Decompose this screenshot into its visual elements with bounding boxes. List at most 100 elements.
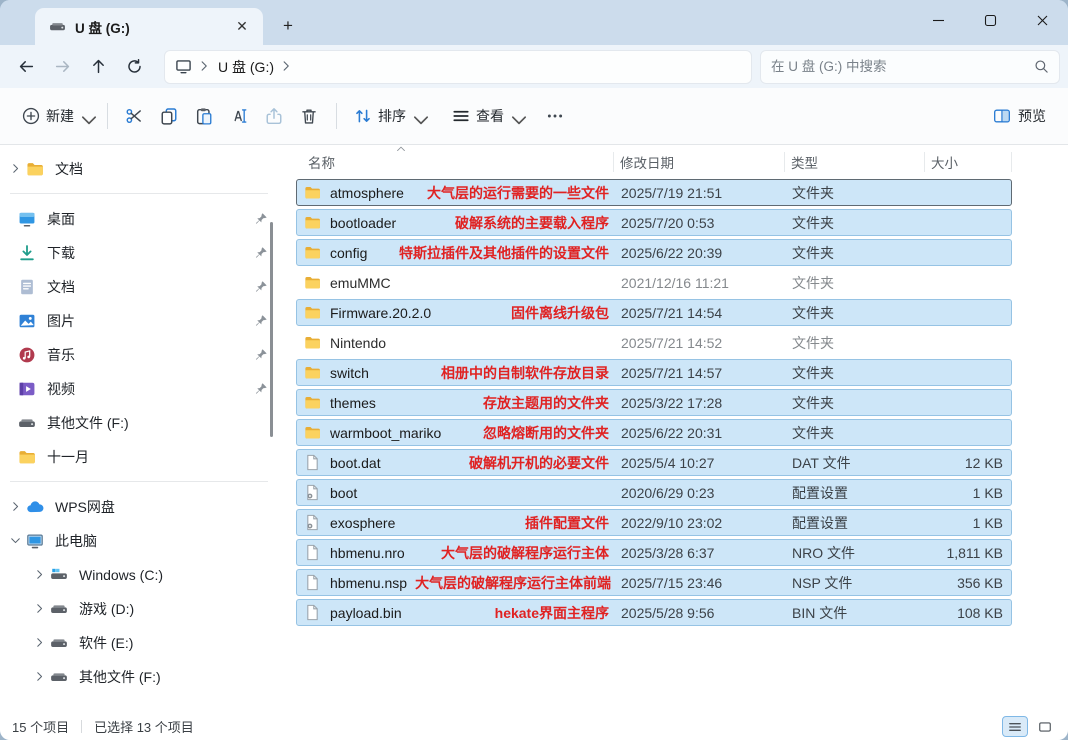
tab-close-icon[interactable]: ✕ — [231, 16, 253, 38]
paste-button[interactable] — [187, 100, 222, 133]
rename-button[interactable] — [222, 100, 257, 133]
sidebar-item[interactable]: 桌面 — [4, 202, 278, 235]
refresh-button[interactable] — [116, 51, 152, 83]
up-button[interactable] — [80, 51, 116, 83]
breadcrumb[interactable]: U 盘 (G:) — [218, 57, 274, 77]
copy-button[interactable] — [152, 100, 187, 133]
tab-title: U 盘 (G:) — [75, 17, 231, 37]
file-row[interactable]: boot2020/6/29 0:23配置设置1 KB — [296, 479, 1012, 506]
sidebar-item[interactable]: WPS网盘 — [4, 490, 278, 523]
file-row[interactable]: hbmenu.nro大气层的破解程序运行主体2025/3/28 6:37NRO … — [296, 539, 1012, 566]
sidebar-item[interactable]: 软件 (E:) — [4, 626, 278, 659]
sidebar-divider — [10, 481, 268, 482]
command-bar: 新建 排序 查看 预览 — [0, 88, 1068, 145]
cut-button[interactable] — [117, 100, 152, 133]
file-row[interactable]: themes存放主题用的文件夹2025/3/22 17:28文件夹 — [296, 389, 1012, 416]
paste-icon — [195, 107, 214, 126]
column-header-date[interactable]: 修改日期 — [614, 152, 785, 172]
new-button[interactable]: 新建 — [14, 99, 98, 133]
preview-button[interactable]: 预览 — [985, 99, 1054, 133]
sidebar-item[interactable]: 文档 — [4, 270, 278, 303]
file-row[interactable]: hbmenu.nsp大气层的破解程序运行主体前端2025/7/15 23:46N… — [296, 569, 1012, 596]
details-view-toggle[interactable] — [1002, 716, 1028, 737]
file-date: 2021/12/16 11:21 — [615, 270, 786, 295]
drive-icon — [50, 634, 68, 652]
file-row[interactable]: payload.binhekate界面主程序2025/5/28 9:56BIN … — [296, 599, 1012, 626]
sort-button[interactable]: 排序 — [346, 99, 430, 133]
sidebar-scrollbar[interactable] — [270, 222, 273, 437]
file-row[interactable]: boot.dat破解机开机的必要文件2025/5/4 10:27DAT 文件12… — [296, 449, 1012, 476]
chevron-right-icon[interactable] — [28, 671, 50, 682]
file-type: 文件夹 — [786, 360, 926, 385]
items-count: 15 个项目 — [12, 717, 69, 736]
file-row[interactable]: warmboot_mariko忽略熔断用的文件夹2025/6/22 20:31文… — [296, 419, 1012, 446]
file-row[interactable]: atmosphere大气层的运行需要的一些文件2025/7/19 21:51文件… — [296, 179, 1012, 206]
minimize-button[interactable] — [912, 0, 964, 40]
sidebar-item[interactable]: 视频 — [4, 372, 278, 405]
forward-button[interactable] — [44, 51, 80, 83]
share-button[interactable] — [257, 100, 292, 133]
file-row[interactable]: emuMMC2021/12/16 11:21文件夹 — [296, 269, 1012, 296]
file-name: boot.dat — [330, 455, 381, 471]
sidebar-item[interactable]: 此电脑 — [4, 524, 278, 557]
file-row[interactable]: Nintendo2025/7/21 14:52文件夹 — [296, 329, 1012, 356]
file-size — [926, 330, 1011, 355]
maximize-button[interactable] — [964, 0, 1016, 40]
back-button[interactable] — [8, 51, 44, 83]
chevron-right-icon[interactable] — [28, 603, 50, 614]
sidebar-item[interactable]: 其他文件 (F:) — [4, 406, 278, 439]
desktop-icon — [18, 210, 36, 228]
preview-pane-icon — [993, 107, 1012, 126]
sidebar-item[interactable]: Windows (C:) — [4, 558, 278, 591]
chevron-right-icon[interactable] — [4, 501, 26, 512]
file-row[interactable]: exosphere插件配置文件2022/9/10 23:02配置设置1 KB — [296, 509, 1012, 536]
chevron-right-icon[interactable] — [4, 163, 26, 174]
view-button[interactable]: 查看 — [444, 99, 528, 133]
column-header-type[interactable]: 类型 — [785, 152, 925, 172]
sidebar-item-documents-tree[interactable]: 文档 — [4, 152, 278, 185]
delete-button[interactable] — [292, 100, 327, 133]
file-size — [926, 360, 1011, 385]
icons-view-toggle[interactable] — [1032, 716, 1058, 737]
sidebar-item[interactable]: 其他文件 (F:) — [4, 660, 278, 693]
document-icon — [18, 278, 36, 296]
plus-circle-icon — [22, 107, 40, 125]
file-name: Nintendo — [330, 335, 386, 351]
file-type: 文件夹 — [786, 180, 926, 205]
search-box[interactable] — [760, 50, 1060, 84]
new-tab-button[interactable]: + — [273, 11, 303, 41]
ellipsis-icon — [546, 107, 564, 125]
file-row[interactable]: config特斯拉插件及其他插件的设置文件2025/6/22 20:39文件夹 — [296, 239, 1012, 266]
sidebar-item-label: 其他文件 (F:) — [47, 413, 278, 433]
column-header-size[interactable]: 大小 — [925, 152, 1012, 172]
file-type: 文件夹 — [786, 420, 926, 445]
more-options-button[interactable] — [538, 100, 572, 132]
file-size — [926, 270, 1011, 295]
file-name: boot — [330, 485, 357, 501]
address-bar[interactable]: U 盘 (G:) — [164, 50, 752, 84]
folder-icon — [26, 160, 44, 178]
explorer-tab[interactable]: U 盘 (G:) ✕ — [35, 8, 263, 45]
chevron-down-icon[interactable] — [4, 535, 26, 546]
sidebar-item-label: 其他文件 (F:) — [79, 667, 278, 687]
chevron-right-icon[interactable] — [28, 569, 50, 580]
sidebar-item[interactable]: 游戏 (D:) — [4, 592, 278, 625]
sidebar-item[interactable]: 音乐 — [4, 338, 278, 371]
sidebar-item[interactable]: 图片 — [4, 304, 278, 337]
file-size: 12 KB — [926, 450, 1011, 475]
sidebar-item[interactable]: 十一月 — [4, 440, 278, 473]
file-row[interactable]: bootloader破解系统的主要载入程序2025/7/20 0:53文件夹 — [296, 209, 1012, 236]
column-header-name[interactable]: 名称 — [296, 152, 614, 172]
sort-arrows-icon — [354, 107, 372, 125]
search-input[interactable] — [771, 59, 1034, 74]
pictures-icon — [18, 312, 36, 330]
folder-icon — [18, 448, 36, 466]
download-icon — [18, 244, 36, 262]
sidebar-item-label: 此电脑 — [55, 531, 278, 551]
close-button[interactable] — [1016, 0, 1068, 40]
file-row[interactable]: switch相册中的自制软件存放目录2025/7/21 14:57文件夹 — [296, 359, 1012, 386]
pin-icon — [255, 280, 268, 293]
chevron-right-icon[interactable] — [28, 637, 50, 648]
file-row[interactable]: Firmware.20.2.0固件离线升级包2025/7/21 14:54文件夹 — [296, 299, 1012, 326]
sidebar-item[interactable]: 下载 — [4, 236, 278, 269]
